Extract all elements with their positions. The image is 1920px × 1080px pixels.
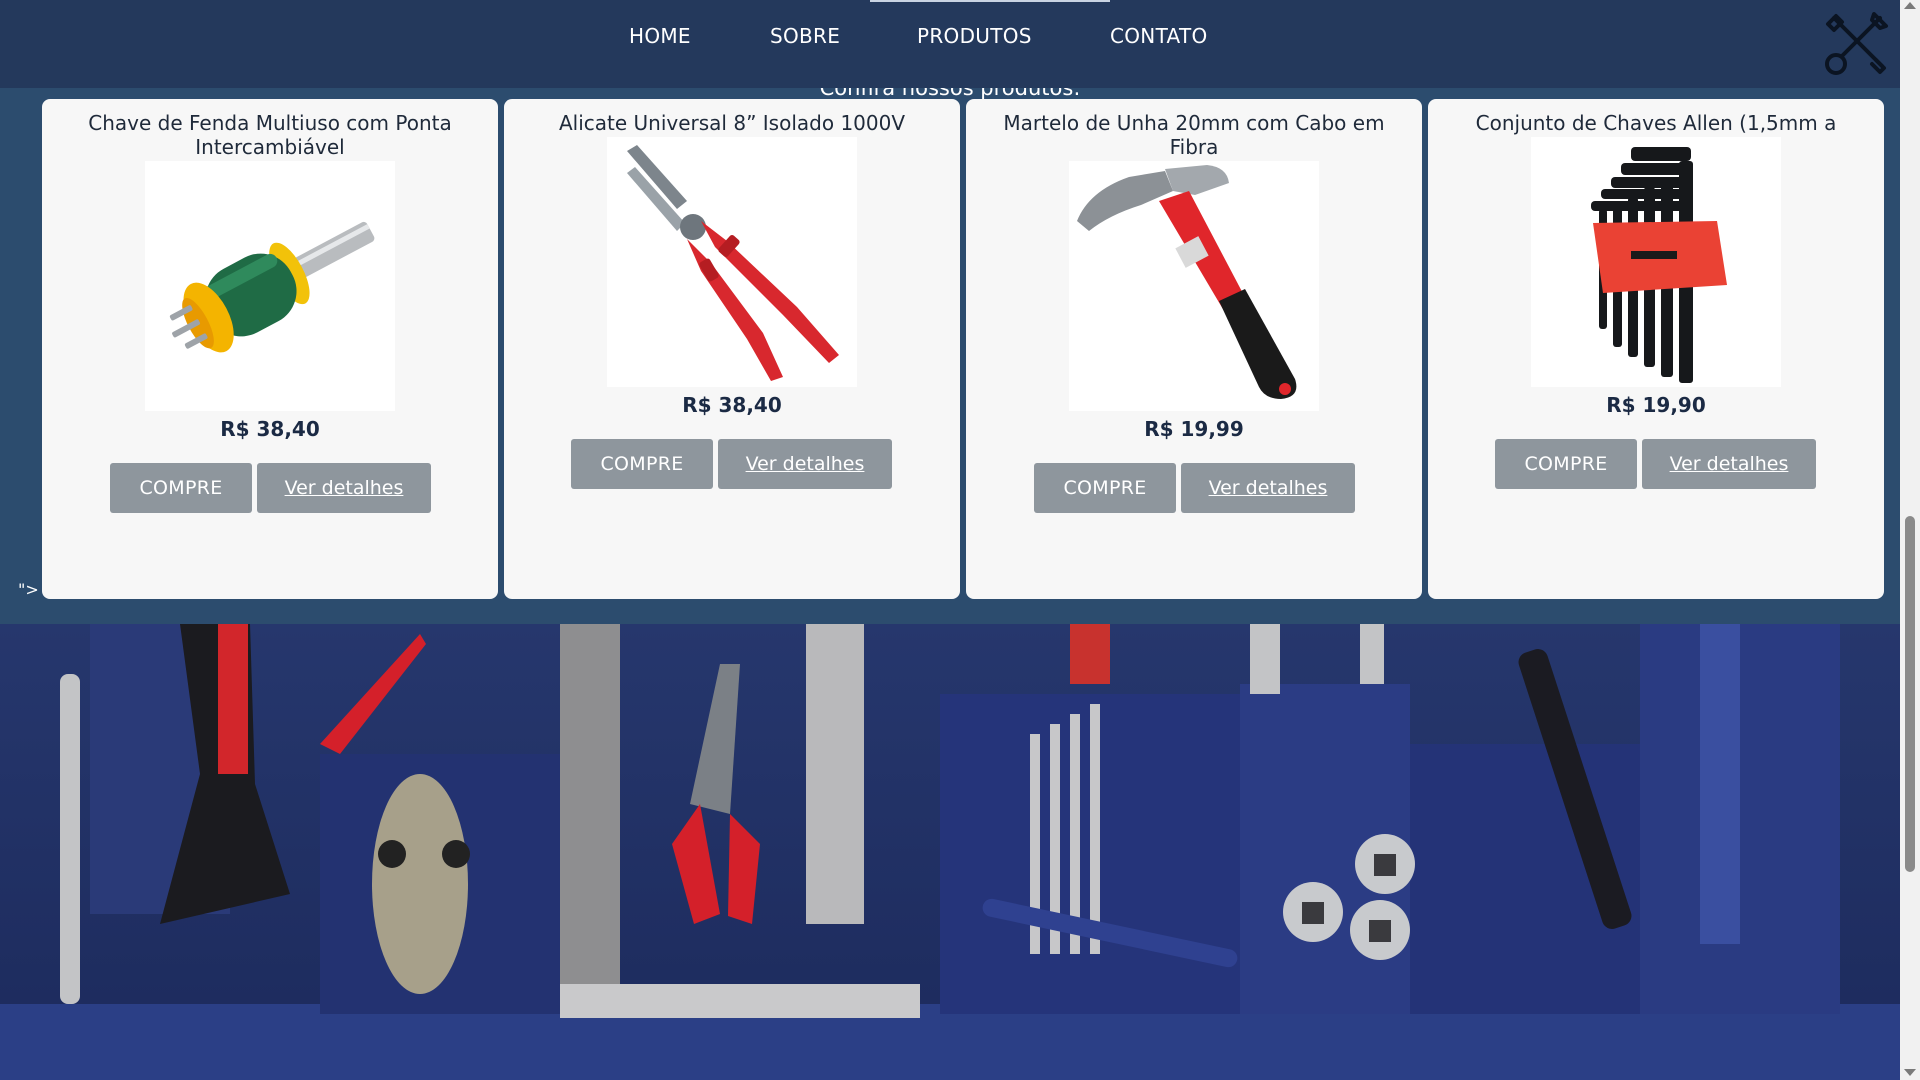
page: HOME SOBRE PRODUTOS CONTATO Confira noss… bbox=[0, 0, 1900, 1080]
product-cards: Chave de Fenda Multiuso com Ponta Interc… bbox=[42, 99, 1884, 599]
nav-links: HOME SOBRE PRODUTOS CONTATO bbox=[0, 0, 1900, 88]
top-navigation: HOME SOBRE PRODUTOS CONTATO bbox=[0, 0, 1900, 88]
product-image bbox=[607, 137, 857, 387]
product-card: Alicate Universal 8” Isolado 1000V R$ 38… bbox=[504, 99, 960, 599]
product-price: R$ 19,90 bbox=[1606, 393, 1706, 417]
product-image bbox=[145, 161, 395, 411]
product-image bbox=[1531, 137, 1781, 387]
pliers-icon bbox=[627, 145, 839, 381]
product-title: Alicate Universal 8” Isolado 1000V bbox=[558, 111, 906, 135]
nav-produtos[interactable]: PRODUTOS bbox=[917, 24, 1032, 48]
product-card: Chave de Fenda Multiuso com Ponta Interc… bbox=[42, 99, 498, 599]
product-price: R$ 19,99 bbox=[1144, 417, 1244, 441]
tools-banner-illustration bbox=[0, 624, 1900, 1080]
product-title: Chave de Fenda Multiuso com Ponta Interc… bbox=[88, 111, 452, 159]
scroll-up-arrow-icon[interactable] bbox=[1904, 2, 1916, 9]
screwdriver-icon bbox=[169, 221, 375, 353]
product-price: R$ 38,40 bbox=[682, 393, 782, 417]
tools-icon[interactable] bbox=[1820, 8, 1892, 80]
product-title: Martelo de Unha 20mm com Cabo em Fibra bbox=[1003, 111, 1385, 159]
stray-markup-text: "> bbox=[18, 580, 39, 599]
details-button[interactable]: Ver detalhes bbox=[1642, 439, 1816, 489]
details-button[interactable]: Ver detalhes bbox=[257, 463, 431, 513]
product-card: Martelo de Unha 20mm com Cabo em Fibra R… bbox=[966, 99, 1422, 599]
nav-home[interactable]: HOME bbox=[629, 24, 691, 48]
nav-contato[interactable]: CONTATO bbox=[1110, 24, 1208, 48]
allen-keys-icon bbox=[1591, 147, 1727, 383]
buy-button[interactable]: COMPRE bbox=[110, 463, 252, 513]
scroll-down-arrow-icon[interactable] bbox=[1904, 1069, 1916, 1076]
nav-sobre[interactable]: SOBRE bbox=[770, 24, 840, 48]
hammer-icon bbox=[1077, 165, 1297, 399]
details-button[interactable]: Ver detalhes bbox=[718, 439, 892, 489]
details-button[interactable]: Ver detalhes bbox=[1181, 463, 1355, 513]
browser-viewport: HOME SOBRE PRODUTOS CONTATO Confira noss… bbox=[0, 0, 1920, 1080]
buy-button[interactable]: COMPRE bbox=[1495, 439, 1637, 489]
product-card: Conjunto de Chaves Allen (1,5mm a 10mm) bbox=[1428, 99, 1884, 599]
vertical-scrollbar[interactable] bbox=[1900, 0, 1920, 1080]
buy-button[interactable]: COMPRE bbox=[1034, 463, 1176, 513]
buy-button[interactable]: COMPRE bbox=[571, 439, 713, 489]
product-price: R$ 38,40 bbox=[220, 417, 320, 441]
hero-banner-image bbox=[0, 624, 1900, 1080]
scrollbar-thumb[interactable] bbox=[1905, 516, 1915, 872]
product-image bbox=[1069, 161, 1319, 411]
